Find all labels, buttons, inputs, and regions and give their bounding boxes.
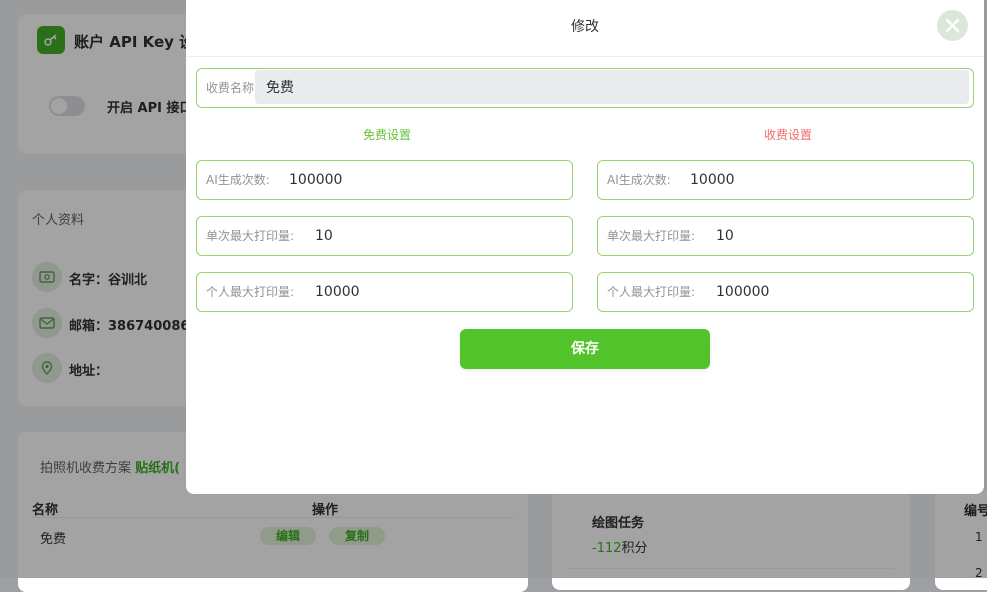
modal-title: 修改 <box>571 19 599 35</box>
paid-personal-print-field[interactable]: 个人最大打印量: 100000 <box>597 272 974 312</box>
close-button[interactable] <box>937 10 968 41</box>
free-single-print-field[interactable]: 单次最大打印量: 10 <box>196 216 573 256</box>
charge-name-label: 收费名称 <box>206 81 255 95</box>
paid-settings-title: 收费设置 <box>764 128 813 142</box>
free-ai-count-value: 100000 <box>289 172 343 188</box>
charge-name-field: 收费名称 免费 <box>196 68 974 108</box>
paid-ai-count-label: AI生成次数: <box>607 173 671 187</box>
free-ai-count-label: AI生成次数: <box>206 173 270 187</box>
free-personal-print-value: 10000 <box>315 284 360 300</box>
free-settings-title: 免费设置 <box>363 128 412 142</box>
close-icon <box>945 18 960 33</box>
paid-ai-count-field[interactable]: AI生成次数: 10000 <box>597 160 974 200</box>
edit-modal: 修改 收费名称 免费 免费设置 收费设置 AI生成次数: 100000 单次最大… <box>186 0 984 494</box>
paid-single-print-field[interactable]: 单次最大打印量: 10 <box>597 216 974 256</box>
paid-personal-print-value: 100000 <box>716 284 770 300</box>
charge-name-value: 免费 <box>266 80 294 96</box>
modal-header-divider <box>186 56 984 57</box>
save-button[interactable]: 保存 <box>460 329 710 369</box>
paid-ai-count-value: 10000 <box>690 172 735 188</box>
free-personal-print-field[interactable]: 个人最大打印量: 10000 <box>196 272 573 312</box>
paid-single-print-value: 10 <box>716 228 734 244</box>
paid-single-print-label: 单次最大打印量: <box>607 229 696 243</box>
free-single-print-label: 单次最大打印量: <box>206 229 295 243</box>
paid-personal-print-label: 个人最大打印量: <box>607 285 696 299</box>
free-personal-print-label: 个人最大打印量: <box>206 285 295 299</box>
charge-name-input[interactable]: 免费 <box>255 70 969 104</box>
free-ai-count-field[interactable]: AI生成次数: 100000 <box>196 160 573 200</box>
free-single-print-value: 10 <box>315 228 333 244</box>
